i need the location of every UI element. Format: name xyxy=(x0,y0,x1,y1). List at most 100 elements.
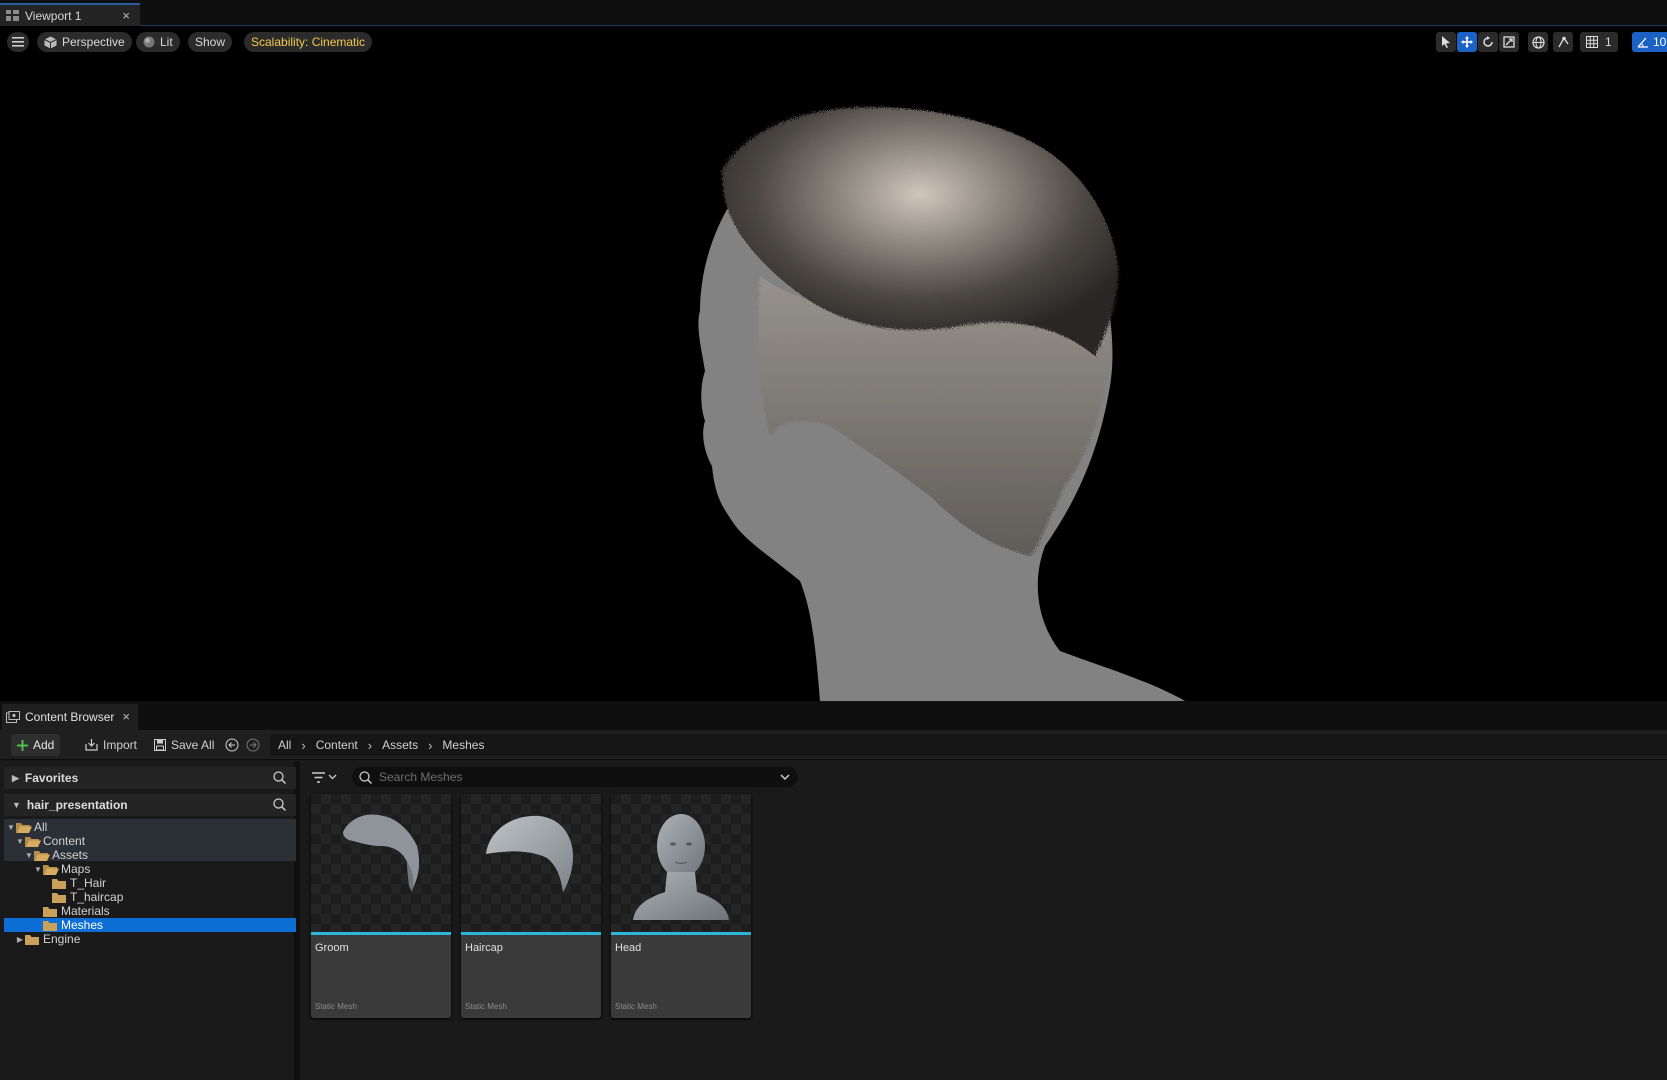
viewport-tab-bar: Viewport 1 × xyxy=(0,0,1667,26)
tree-item-maps[interactable]: ▼ Maps xyxy=(33,862,90,876)
close-icon[interactable]: × xyxy=(122,709,130,724)
tree-item-engine[interactable]: ▶ Engine xyxy=(15,932,80,946)
tab-content-browser[interactable]: Content Browser × xyxy=(2,704,138,730)
scalability-label: Scalability: Cinematic xyxy=(251,35,366,49)
angle-snap-value: 10 xyxy=(1653,35,1667,49)
tree-item-all[interactable]: ▼ All xyxy=(6,820,47,834)
filter-button[interactable] xyxy=(312,767,346,787)
content-browser-icon xyxy=(6,711,20,723)
scale-icon xyxy=(1503,36,1515,48)
save-all-label: Save All xyxy=(171,738,215,752)
content-browser-toolbar: Add Import Save All All › Content › Asse… xyxy=(0,730,1667,760)
select-mode-button[interactable] xyxy=(1436,32,1456,52)
tree-label-all: All xyxy=(34,820,48,834)
collapse-arrow-icon[interactable]: ▼ xyxy=(24,851,34,860)
content-browser-title: Content Browser xyxy=(25,710,115,724)
translate-mode-button[interactable] xyxy=(1457,32,1477,52)
breadcrumb-content[interactable]: Content xyxy=(308,738,366,752)
chevron-down-icon[interactable] xyxy=(780,774,790,781)
tree-label-engine: Engine xyxy=(43,932,81,946)
chevron-right-icon[interactable]: › xyxy=(426,738,434,753)
save-all-button[interactable]: Save All xyxy=(148,734,220,756)
folder-icon xyxy=(43,920,57,931)
breadcrumb-assets[interactable]: Assets xyxy=(374,738,426,752)
tree-item-meshes[interactable]: Meshes xyxy=(43,918,103,932)
forward-button[interactable] xyxy=(246,734,260,756)
folder-open-icon xyxy=(16,822,32,833)
close-icon[interactable]: × xyxy=(122,8,130,23)
breadcrumb-meshes[interactable]: Meshes xyxy=(434,738,492,752)
perspective-button[interactable]: Perspective xyxy=(37,32,132,52)
search-input[interactable] xyxy=(379,770,759,784)
globe-icon xyxy=(1531,35,1545,49)
asset-name: Head xyxy=(615,942,642,954)
tree-item-materials[interactable]: Materials xyxy=(43,904,110,918)
folder-open-icon xyxy=(25,836,41,847)
tree-item-assets[interactable]: ▼ Assets xyxy=(24,848,88,862)
collapse-arrow-icon[interactable]: ▼ xyxy=(33,865,43,874)
search-meshes-field[interactable] xyxy=(352,767,798,787)
scalability-button[interactable]: Scalability: Cinematic xyxy=(244,32,373,52)
asset-tile-head[interactable]: Head Static Mesh xyxy=(611,794,751,1018)
project-label: hair_presentation xyxy=(26,798,128,812)
sphere-icon xyxy=(143,36,155,48)
viewport-scene xyxy=(698,107,1185,701)
chevron-down-icon xyxy=(328,774,337,780)
cursor-icon xyxy=(1441,36,1451,48)
favorites-header[interactable]: ▶ Favorites xyxy=(4,767,296,789)
asset-type: Static Mesh xyxy=(615,1002,657,1011)
collapse-arrow-icon[interactable]: ▼ xyxy=(12,800,21,810)
folder-open-icon xyxy=(34,850,50,861)
asset-tile-groom[interactable]: Groom Static Mesh xyxy=(311,794,451,1018)
back-arrow-icon xyxy=(225,738,239,752)
grid-icon xyxy=(1586,36,1598,48)
expand-arrow-icon[interactable]: ▶ xyxy=(12,773,19,784)
world-local-button[interactable] xyxy=(1528,32,1548,52)
rotate-mode-button[interactable] xyxy=(1478,32,1498,52)
favorites-label: Favorites xyxy=(24,771,79,785)
tree-item-content[interactable]: ▼ Content xyxy=(15,834,85,848)
collapse-arrow-icon[interactable]: ▼ xyxy=(15,837,25,846)
rotate-icon xyxy=(1482,36,1494,48)
expand-arrow-icon[interactable]: ▶ xyxy=(15,935,25,944)
tree-item-t-haircap[interactable]: T_haircap xyxy=(52,890,123,904)
save-icon xyxy=(154,739,166,751)
import-icon xyxy=(85,739,98,751)
asset-type: Static Mesh xyxy=(465,1002,507,1011)
chevron-right-icon[interactable]: › xyxy=(299,738,307,753)
asset-tile-haircap[interactable]: Haircap Static Mesh xyxy=(461,794,601,1018)
hamburger-icon xyxy=(12,37,24,47)
sources-panel: ▶ Favorites ▼ hair_presentation ▼ All ▼ … xyxy=(0,761,300,1080)
collapse-arrow-icon[interactable]: ▼ xyxy=(6,823,16,832)
add-button[interactable]: Add xyxy=(11,734,61,756)
project-header[interactable]: ▼ hair_presentation xyxy=(4,794,296,816)
asset-type-color-bar xyxy=(611,932,751,935)
forward-arrow-icon xyxy=(246,738,260,752)
tree-label-t-haircap: T_haircap xyxy=(70,890,124,904)
angle-snap-button[interactable]: 10 xyxy=(1632,32,1667,52)
tree-item-t-hair[interactable]: T_Hair xyxy=(52,876,106,890)
tree-label-maps: Maps xyxy=(61,862,91,876)
perspective-label: Perspective xyxy=(62,35,125,49)
viewport-menu-button[interactable] xyxy=(7,32,29,52)
search-icon[interactable] xyxy=(273,798,286,811)
back-button[interactable] xyxy=(225,734,239,756)
breadcrumb-all[interactable]: All xyxy=(270,738,299,752)
grid-snap-button[interactable]: 1 xyxy=(1580,32,1618,52)
folder-icon xyxy=(52,892,66,903)
surface-snap-button[interactable] xyxy=(1553,32,1573,52)
lit-button[interactable]: Lit xyxy=(136,32,180,52)
folder-open-icon xyxy=(43,864,59,875)
tab-viewport-1[interactable]: Viewport 1 × xyxy=(0,3,140,26)
folder-icon xyxy=(52,878,66,889)
viewport[interactable]: Perspective Lit Show Scalability: Cinema… xyxy=(0,26,1667,701)
filter-icon xyxy=(312,771,325,783)
scale-mode-button[interactable] xyxy=(1499,32,1519,52)
show-button[interactable]: Show xyxy=(188,32,233,52)
search-icon[interactable] xyxy=(273,771,286,784)
chevron-right-icon[interactable]: › xyxy=(366,738,374,753)
search-icon xyxy=(359,770,372,784)
import-button[interactable]: Import xyxy=(79,734,143,756)
haircap-mesh-preview xyxy=(486,815,573,892)
asset-view: Groom Static Mesh Haircap Static Mesh He… xyxy=(306,761,1667,1080)
